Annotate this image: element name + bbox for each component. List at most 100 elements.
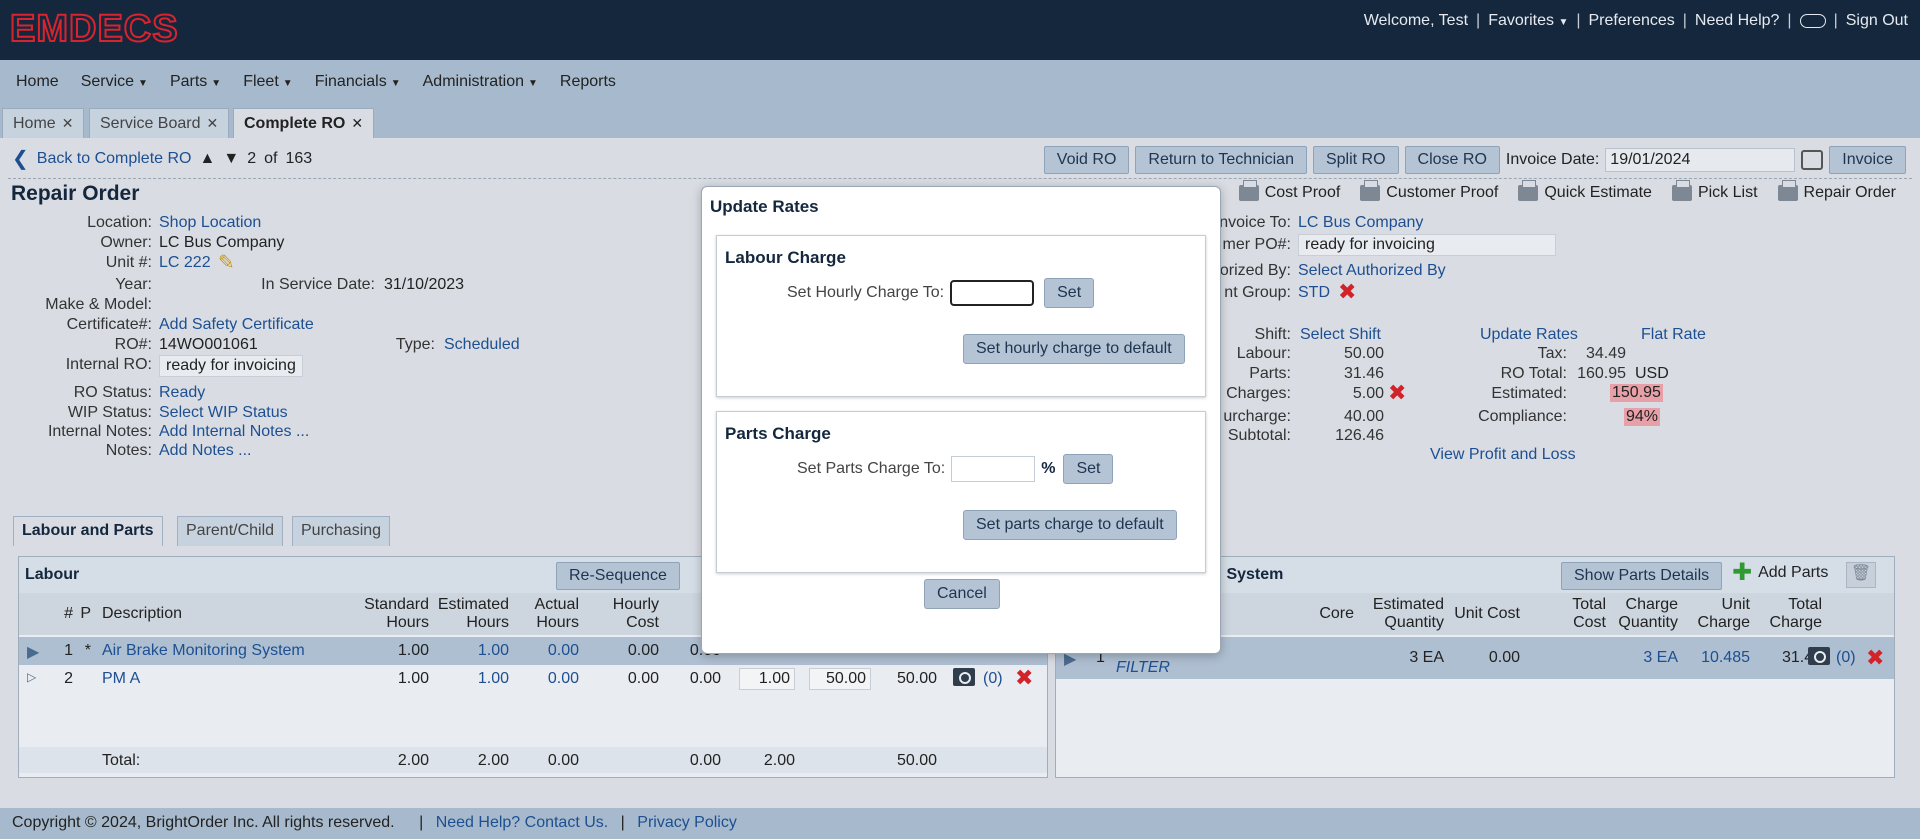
contact-us-link[interactable]: Need Help? Contact Us. [436, 814, 609, 831]
update-rates-link[interactable]: Update Rates [1480, 326, 1578, 344]
show-parts-details-button[interactable]: Show Parts Details [1561, 562, 1723, 590]
set-parts-button[interactable]: Set [1063, 454, 1114, 484]
hourly-charge-input[interactable] [950, 280, 1035, 306]
col-unit-cost: Unit Cost [1454, 605, 1520, 622]
set-hourly-button[interactable]: Set [1044, 278, 1095, 308]
col-total-cost: Total Cost [1572, 596, 1606, 631]
unit-link[interactable]: LC 222 [159, 254, 211, 272]
ro-status-link[interactable]: Ready [159, 384, 205, 402]
row-actual-hours[interactable]: 0.00 [509, 670, 579, 688]
nav-reports[interactable]: Reports [560, 73, 616, 91]
calendar-icon[interactable] [1801, 150, 1824, 170]
camera-icon[interactable] [1808, 647, 1830, 670]
currency-label: USD [1635, 365, 1669, 382]
preferences-link[interactable]: Preferences [1589, 12, 1675, 30]
col-core: Core [1319, 605, 1354, 622]
close-icon[interactable]: ✕ [207, 115, 219, 131]
type-link[interactable]: Scheduled [444, 336, 520, 354]
row-charge-quantity[interactable]: 3 EA [1612, 649, 1678, 667]
print-customer-proof[interactable]: Customer Proof [1360, 180, 1498, 202]
print-quick-estimate[interactable]: Quick Estimate [1518, 180, 1652, 202]
table-row[interactable]: ▷ 2 PM A 1.00 1.00 0.00 0.00 0.00 1.00 5… [19, 665, 1047, 693]
nav-fleet[interactable]: Fleet ▼ [243, 73, 292, 91]
copyright-text: Copyright © 2024, BrightOrder Inc. All r… [12, 814, 395, 831]
row-description-link[interactable]: PM A [102, 670, 140, 688]
remove-charges-icon[interactable]: ✖ [1388, 382, 1406, 404]
part-description[interactable]: FILTER [1116, 659, 1170, 677]
row-estimated-hours[interactable]: 1.00 [429, 642, 509, 660]
expand-arrow-icon[interactable]: ▶ [27, 642, 39, 662]
parts-charge-input[interactable] [951, 456, 1036, 482]
row-attachment-count[interactable]: (0) [1836, 649, 1856, 667]
favorites-menu[interactable]: Favorites ▼ [1488, 12, 1568, 30]
pencil-icon[interactable]: ✎ [218, 250, 235, 275]
internal-ro-value[interactable]: ready for invoicing [159, 355, 303, 377]
delete-row-icon[interactable]: ✖ [1866, 647, 1884, 669]
close-ro-button[interactable]: Close RO [1404, 146, 1500, 174]
location-link[interactable]: Shop Location [159, 214, 261, 232]
trash-icon[interactable]: 🗑 [1846, 562, 1876, 588]
privacy-policy-link[interactable]: Privacy Policy [637, 814, 737, 831]
tab-parent-child[interactable]: Parent/Child [177, 516, 284, 546]
nav-administration[interactable]: Administration ▼ [423, 73, 538, 91]
nav-financials[interactable]: Financials ▼ [315, 73, 401, 91]
previous-arrow-icon[interactable]: ▲ [200, 150, 216, 168]
hourly-default-button[interactable]: Set hourly charge to default [963, 334, 1185, 364]
sign-out-link[interactable]: Sign Out [1846, 12, 1908, 30]
app-logo[interactable]: EMDECS [9, 7, 179, 51]
row-estimated-hours[interactable]: 1.00 [429, 670, 509, 688]
tab-service-board[interactable]: Service Board ✕ [89, 108, 230, 138]
payment-group-link[interactable]: STD [1298, 284, 1330, 302]
tab-purchasing[interactable]: Purchasing [292, 516, 391, 546]
nav-service[interactable]: Service ▼ [81, 73, 148, 91]
row-hours-input[interactable]: 1.00 [739, 668, 795, 690]
estimated-value: 150.95 [1610, 384, 1663, 402]
add-notes-link[interactable]: Add Notes ... [159, 442, 252, 460]
cancel-button[interactable]: Cancel [924, 579, 1000, 609]
row-hourly-cost: 0.00 [627, 642, 659, 659]
nav-parts[interactable]: Parts ▼ [170, 73, 221, 91]
labour-title: Labour [25, 566, 80, 583]
void-ro-button[interactable]: Void RO [1043, 146, 1130, 174]
remove-x-icon[interactable]: ✖ [1338, 281, 1356, 303]
row-description-link[interactable]: Air Brake Monitoring System [102, 642, 305, 660]
need-help-link[interactable]: Need Help? [1695, 12, 1780, 30]
tab-labour-and-parts[interactable]: Labour and Parts [13, 516, 163, 546]
authorized-by-link[interactable]: Select Authorized By [1298, 262, 1446, 280]
next-arrow-icon[interactable]: ▼ [223, 150, 239, 168]
invoice-date-input[interactable]: 19/01/2024 [1605, 148, 1796, 172]
tab-complete-ro[interactable]: Complete RO ✕ [233, 108, 375, 138]
view-profit-loss-link[interactable]: View Profit and Loss [1430, 446, 1576, 464]
customer-po-input[interactable]: ready for invoicing [1298, 234, 1556, 256]
split-ro-button[interactable]: Split RO [1312, 146, 1399, 174]
print-pick-list[interactable]: Pick List [1671, 180, 1758, 202]
add-safety-certificate-link[interactable]: Add Safety Certificate [159, 316, 314, 334]
print-cost-proof[interactable]: Cost Proof [1238, 180, 1340, 202]
row-attachment-count[interactable]: (0) [983, 670, 1003, 688]
chat-icon[interactable] [1799, 14, 1826, 28]
close-icon[interactable]: ✕ [62, 115, 74, 131]
resequence-button[interactable]: Re-Sequence [556, 562, 680, 590]
return-to-technician-button[interactable]: Return to Technician [1135, 146, 1307, 174]
row-actual-hours[interactable]: 0.00 [509, 642, 579, 660]
back-arrow-icon[interactable]: ❮ [12, 146, 29, 171]
parts-default-button[interactable]: Set parts charge to default [963, 510, 1177, 540]
back-to-complete-ro-link[interactable]: Back to Complete RO [37, 150, 192, 168]
tab-home[interactable]: Home ✕ [2, 108, 85, 138]
row-unit-charge[interactable]: 10.485 [1684, 649, 1750, 667]
camera-icon[interactable] [953, 668, 975, 691]
flat-rate-link[interactable]: Flat Rate [1641, 326, 1706, 344]
shift-link[interactable]: Select Shift [1300, 326, 1381, 344]
nav-home[interactable]: Home [16, 73, 59, 91]
invoice-to-link[interactable]: LC Bus Company [1298, 214, 1423, 232]
wip-status-link[interactable]: Select WIP Status [159, 404, 288, 422]
invoice-button[interactable]: Invoice [1829, 146, 1906, 174]
row-rate-input[interactable]: 50.00 [809, 668, 871, 690]
add-internal-notes-link[interactable]: Add Internal Notes ... [159, 423, 309, 441]
delete-row-icon[interactable]: ✖ [1015, 667, 1033, 689]
print-repair-order[interactable]: Repair Order [1777, 180, 1896, 202]
add-parts-button[interactable]: ✚ Add Parts [1732, 561, 1828, 585]
close-icon[interactable]: ✕ [351, 115, 363, 131]
tab-bar: Home ✕ Service Board ✕ Complete RO ✕ [0, 104, 1920, 138]
expand-arrow-icon[interactable]: ▷ [27, 670, 36, 684]
